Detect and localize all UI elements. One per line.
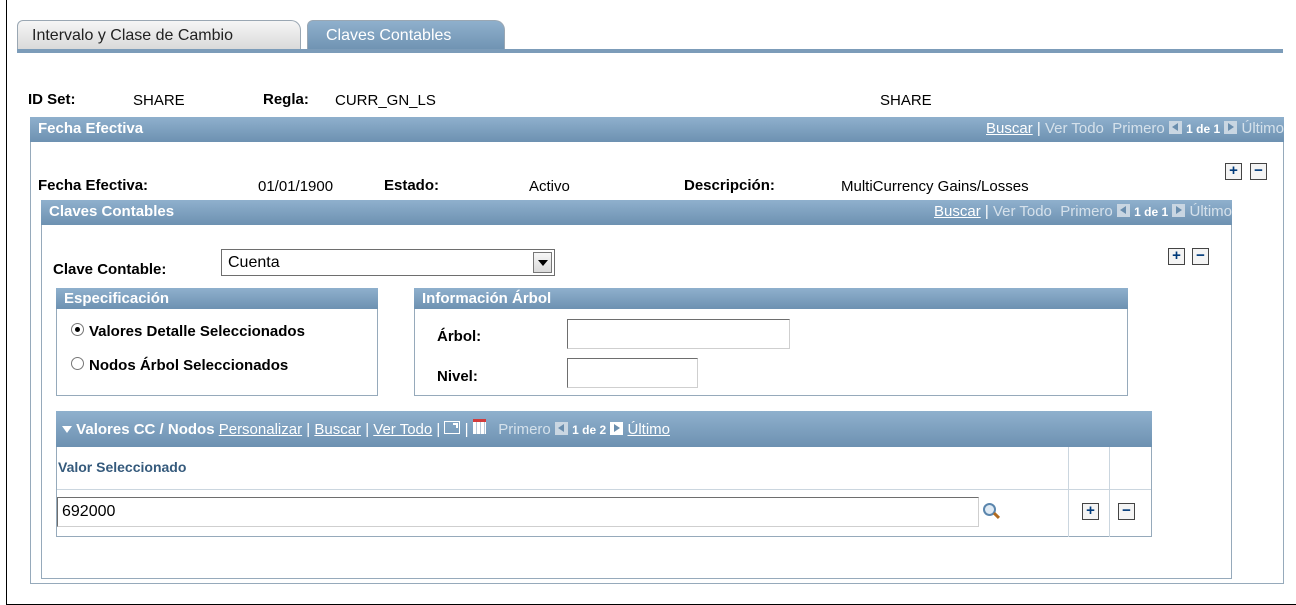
chartfield-grid-header: Claves Contables Buscar | Ver Todo Prime…	[41, 200, 1232, 225]
effdate-grid-nav: Buscar | Ver Todo Primero 1 de 1 Último	[986, 117, 1284, 141]
nav-separator: |	[464, 421, 469, 438]
description-value: MultiCurrency Gains/Losses	[841, 178, 1029, 195]
values-row-count: 1 de 2	[572, 423, 607, 437]
status-label: Estado:	[384, 177, 440, 194]
radio-detail-values[interactable]: Valores Detalle Seleccionados	[71, 323, 305, 340]
radio-tree-nodes[interactable]: Nodos Árbol Seleccionados	[71, 357, 288, 374]
chartfield-select[interactable]: Cuenta	[221, 249, 555, 276]
plus-icon: +	[1086, 502, 1095, 519]
tree-info-title: Información Árbol	[422, 290, 552, 307]
tree-info-header: Información Árbol	[414, 288, 1128, 309]
effdate-add-button[interactable]: +	[1225, 163, 1242, 180]
chartfield-last: Último	[1189, 203, 1232, 220]
customize-link[interactable]: Personalizar	[219, 421, 302, 438]
next-arrow-icon[interactable]	[610, 422, 624, 435]
values-column-header-row: Valor Seleccionado	[57, 447, 1151, 537]
prev-arrow-icon	[1168, 121, 1182, 134]
specification-title: Especificación	[64, 290, 170, 307]
column-header-valor: Valor Seleccionado	[58, 459, 187, 475]
values-delete-row-button[interactable]: −	[1118, 503, 1135, 520]
rule-label: Regla:	[263, 91, 309, 108]
prev-arrow-icon	[554, 422, 568, 435]
spreadsheet-icon[interactable]	[472, 419, 486, 434]
radio-label: Nodos Árbol Seleccionados	[89, 357, 289, 374]
next-arrow-icon	[1172, 204, 1186, 217]
chartfield-view-all: Ver Todo	[992, 203, 1052, 220]
effdate-grid-title: Fecha Efectiva	[38, 120, 144, 137]
values-last-link[interactable]: Último	[627, 421, 670, 438]
chevron-down-icon	[538, 260, 548, 266]
setid-label: ID Set:	[28, 91, 76, 108]
effdate-row-count: 1 de 1	[1186, 122, 1221, 136]
tab-label: Claves Contables	[326, 27, 452, 44]
tree-label: Árbol:	[437, 328, 482, 345]
selected-value-input[interactable]: 692000	[57, 497, 979, 527]
values-view-all-link[interactable]: Ver Todo	[373, 421, 432, 438]
setid-value: SHARE	[133, 92, 185, 109]
nav-separator: |	[1036, 120, 1041, 137]
effdate-value: 01/01/1900	[258, 178, 334, 195]
specification-header: Especificación	[56, 288, 378, 309]
dropdown-button[interactable]	[533, 252, 552, 273]
radio-unselected-icon[interactable]	[71, 357, 84, 370]
chartfield-delete-button[interactable]: −	[1192, 248, 1209, 265]
nav-separator: |	[365, 421, 370, 438]
tab-label: Intervalo y Clase de Cambio	[32, 27, 233, 44]
values-add-row-button[interactable]: +	[1082, 503, 1099, 520]
status-value: Activo	[529, 178, 570, 195]
nav-separator: |	[436, 421, 441, 438]
description-label: Descripción:	[684, 177, 775, 194]
minus-icon: −	[1254, 162, 1263, 179]
rule-value: CURR_GN_LS	[335, 92, 436, 109]
triangle-down-icon[interactable]	[62, 426, 72, 433]
plus-icon: +	[1172, 247, 1181, 264]
nav-separator: |	[984, 203, 989, 220]
values-first: Primero	[498, 421, 551, 438]
new-window-icon[interactable]	[444, 421, 461, 434]
radio-selected-icon[interactable]	[71, 323, 84, 336]
values-grid-title: Valores CC / Nodos	[76, 421, 215, 438]
effdate-view-all: Ver Todo	[1044, 120, 1104, 137]
chartfield-first: Primero	[1060, 203, 1113, 220]
minus-icon: −	[1122, 502, 1131, 519]
level-input[interactable]	[567, 358, 698, 388]
effdate-last: Último	[1241, 120, 1284, 137]
nav-separator: |	[306, 421, 311, 438]
chartfield-label: Clave Contable:	[53, 261, 167, 278]
column-divider	[1068, 447, 1069, 537]
values-find-link[interactable]: Buscar	[314, 421, 361, 438]
tab-bar	[17, 49, 1283, 53]
effdate-label: Fecha Efectiva:	[38, 177, 149, 194]
minus-icon: −	[1196, 247, 1205, 264]
effdate-first: Primero	[1112, 120, 1165, 137]
tab-intervalo-clase-cambio[interactable]: Intervalo y Clase de Cambio	[17, 20, 301, 50]
chartfield-select-value: Cuenta	[228, 254, 280, 271]
chartfield-grid-title: Claves Contables	[49, 203, 175, 220]
frame-left-border	[6, 0, 7, 605]
effdate-grid-header: Fecha Efectiva Buscar | Ver Todo Primero…	[30, 117, 1284, 142]
effdate-delete-button[interactable]: −	[1250, 163, 1267, 180]
effdate-find-link[interactable]: Buscar	[986, 120, 1033, 137]
level-label: Nivel:	[437, 368, 478, 385]
radio-label: Valores Detalle Seleccionados	[89, 323, 305, 340]
values-grid-header: Valores CC / Nodos Personalizar | Buscar…	[56, 411, 1152, 447]
chartfield-add-button[interactable]: +	[1168, 248, 1185, 265]
magnifier-icon[interactable]	[983, 503, 1001, 521]
prev-arrow-icon	[1116, 204, 1130, 217]
chartfield-row-count: 1 de 1	[1134, 205, 1169, 219]
chartfield-grid-nav: Buscar | Ver Todo Primero 1 de 1 Último	[934, 200, 1232, 224]
tab-claves-contables[interactable]: Claves Contables	[307, 20, 505, 50]
rule-setid-value: SHARE	[880, 92, 932, 109]
tree-input[interactable]	[567, 319, 790, 349]
plus-icon: +	[1229, 162, 1238, 179]
next-arrow-icon	[1224, 121, 1238, 134]
chartfield-find-link[interactable]: Buscar	[934, 203, 981, 220]
column-divider	[1109, 447, 1110, 537]
